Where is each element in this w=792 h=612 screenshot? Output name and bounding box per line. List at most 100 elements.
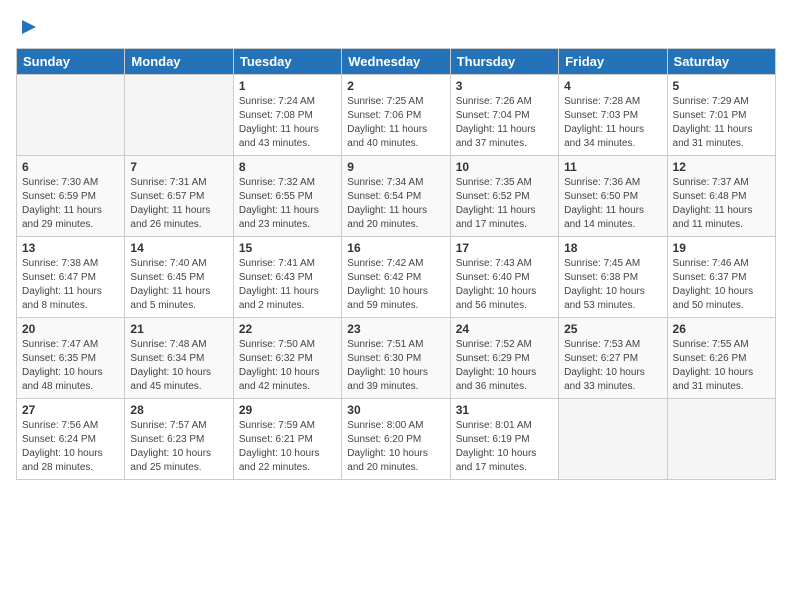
calendar-table: SundayMondayTuesdayWednesdayThursdayFrid… bbox=[16, 48, 776, 480]
day-info: Sunrise: 7:41 AMSunset: 6:43 PMDaylight:… bbox=[239, 257, 336, 313]
day-header-saturday: Saturday bbox=[667, 49, 775, 75]
day-header-sunday: Sunday bbox=[17, 49, 125, 75]
day-info: Sunrise: 7:34 AMSunset: 6:54 PMDaylight:… bbox=[347, 176, 444, 232]
day-number: 29 bbox=[239, 403, 336, 417]
calendar-cell: 18Sunrise: 7:45 AMSunset: 6:38 PMDayligh… bbox=[559, 237, 667, 318]
day-info: Sunrise: 7:43 AMSunset: 6:40 PMDaylight:… bbox=[456, 257, 553, 313]
day-header-thursday: Thursday bbox=[450, 49, 558, 75]
day-header-wednesday: Wednesday bbox=[342, 49, 450, 75]
day-number: 13 bbox=[22, 241, 119, 255]
calendar-cell: 8 Sunrise: 7:32 AMSunset: 6:55 PMDaylight… bbox=[233, 156, 341, 237]
calendar-week-row: 20 Sunrise: 7:47 AMSunset: 6:35 PMDayligh… bbox=[17, 318, 776, 399]
day-header-monday: Monday bbox=[125, 49, 233, 75]
day-info: Sunrise: 8:01 AMSunset: 6:19 PMDaylight:… bbox=[456, 419, 553, 475]
day-info: Sunrise: 7:59 AMSunset: 6:21 PMDaylight:… bbox=[239, 419, 336, 475]
calendar-week-row: 1 Sunrise: 7:24 AMSunset: 7:08 PMDaylight… bbox=[17, 75, 776, 156]
day-header-friday: Friday bbox=[559, 49, 667, 75]
calendar-cell: 16 Sunrise: 7:42 AMSunset: 6:42 PMDayligh… bbox=[342, 237, 450, 318]
day-info: Sunrise: 7:46 AMSunset: 6:37 PMDaylight:… bbox=[673, 257, 770, 313]
day-number: 7 bbox=[130, 160, 227, 174]
calendar-cell: 11Sunrise: 7:36 AMSunset: 6:50 PMDayligh… bbox=[559, 156, 667, 237]
calendar-cell: 30Sunrise: 8:00 AMSunset: 6:20 PMDayligh… bbox=[342, 399, 450, 480]
day-info: Sunrise: 7:55 AMSunset: 6:26 PMDaylight:… bbox=[673, 338, 770, 394]
calendar-header-row: SundayMondayTuesdayWednesdayThursdayFrid… bbox=[17, 49, 776, 75]
day-info: Sunrise: 7:38 AMSunset: 6:47 PMDaylight:… bbox=[22, 257, 119, 313]
day-number: 2 bbox=[347, 79, 444, 93]
day-info: Sunrise: 7:53 AMSunset: 6:27 PMDaylight:… bbox=[564, 338, 661, 394]
day-number: 14 bbox=[130, 241, 227, 255]
day-info: Sunrise: 7:48 AMSunset: 6:34 PMDaylight:… bbox=[130, 338, 227, 394]
calendar-cell: 26 Sunrise: 7:55 AMSunset: 6:26 PMDayligh… bbox=[667, 318, 775, 399]
day-number: 31 bbox=[456, 403, 553, 417]
day-number: 10 bbox=[456, 160, 553, 174]
day-info: Sunrise: 7:47 AMSunset: 6:35 PMDaylight:… bbox=[22, 338, 119, 394]
logo bbox=[16, 16, 40, 38]
calendar-cell: 20 Sunrise: 7:47 AMSunset: 6:35 PMDayligh… bbox=[17, 318, 125, 399]
day-number: 24 bbox=[456, 322, 553, 336]
day-number: 26 bbox=[673, 322, 770, 336]
day-info: Sunrise: 7:45 AMSunset: 6:38 PMDaylight:… bbox=[564, 257, 661, 313]
calendar-cell: 28 Sunrise: 7:57 AMSunset: 6:23 PMDayligh… bbox=[125, 399, 233, 480]
day-info: Sunrise: 7:25 AMSunset: 7:06 PMDaylight:… bbox=[347, 95, 444, 151]
calendar-cell: 21Sunrise: 7:48 AMSunset: 6:34 PMDayligh… bbox=[125, 318, 233, 399]
calendar-cell: 3Sunrise: 7:26 AMSunset: 7:04 PMDaylight… bbox=[450, 75, 558, 156]
day-info: Sunrise: 7:32 AMSunset: 6:55 PMDaylight:… bbox=[239, 176, 336, 232]
calendar-cell: 1 Sunrise: 7:24 AMSunset: 7:08 PMDaylight… bbox=[233, 75, 341, 156]
day-number: 28 bbox=[130, 403, 227, 417]
calendar-cell: 6 Sunrise: 7:30 AMSunset: 6:59 PMDaylight… bbox=[17, 156, 125, 237]
day-info: Sunrise: 7:56 AMSunset: 6:24 PMDaylight:… bbox=[22, 419, 119, 475]
day-number: 3 bbox=[456, 79, 553, 93]
calendar-cell: 29 Sunrise: 7:59 AMSunset: 6:21 PMDayligh… bbox=[233, 399, 341, 480]
calendar-cell bbox=[667, 399, 775, 480]
day-number: 17 bbox=[456, 241, 553, 255]
calendar-cell: 7 Sunrise: 7:31 AMSunset: 6:57 PMDaylight… bbox=[125, 156, 233, 237]
calendar-cell bbox=[125, 75, 233, 156]
calendar-cell bbox=[559, 399, 667, 480]
day-number: 15 bbox=[239, 241, 336, 255]
calendar-cell: 10 Sunrise: 7:35 AMSunset: 6:52 PMDayligh… bbox=[450, 156, 558, 237]
calendar-cell: 23 Sunrise: 7:51 AMSunset: 6:30 PMDayligh… bbox=[342, 318, 450, 399]
day-number: 16 bbox=[347, 241, 444, 255]
calendar-cell: 2 Sunrise: 7:25 AMSunset: 7:06 PMDaylight… bbox=[342, 75, 450, 156]
day-number: 22 bbox=[239, 322, 336, 336]
day-info: Sunrise: 7:29 AMSunset: 7:01 PMDaylight:… bbox=[673, 95, 770, 151]
calendar-cell: 27 Sunrise: 7:56 AMSunset: 6:24 PMDayligh… bbox=[17, 399, 125, 480]
calendar-cell: 22 Sunrise: 7:50 AMSunset: 6:32 PMDayligh… bbox=[233, 318, 341, 399]
day-info: Sunrise: 7:42 AMSunset: 6:42 PMDaylight:… bbox=[347, 257, 444, 313]
calendar-cell: 19 Sunrise: 7:46 AMSunset: 6:37 PMDayligh… bbox=[667, 237, 775, 318]
day-number: 23 bbox=[347, 322, 444, 336]
day-info: Sunrise: 7:52 AMSunset: 6:29 PMDaylight:… bbox=[456, 338, 553, 394]
day-number: 20 bbox=[22, 322, 119, 336]
calendar-cell: 5 Sunrise: 7:29 AMSunset: 7:01 PMDaylight… bbox=[667, 75, 775, 156]
calendar-cell: 25Sunrise: 7:53 AMSunset: 6:27 PMDayligh… bbox=[559, 318, 667, 399]
day-info: Sunrise: 7:50 AMSunset: 6:32 PMDaylight:… bbox=[239, 338, 336, 394]
day-number: 8 bbox=[239, 160, 336, 174]
day-info: Sunrise: 7:30 AMSunset: 6:59 PMDaylight:… bbox=[22, 176, 119, 232]
calendar-cell: 12Sunrise: 7:37 AMSunset: 6:48 PMDayligh… bbox=[667, 156, 775, 237]
day-info: Sunrise: 7:51 AMSunset: 6:30 PMDaylight:… bbox=[347, 338, 444, 394]
day-number: 6 bbox=[22, 160, 119, 174]
day-info: Sunrise: 7:35 AMSunset: 6:52 PMDaylight:… bbox=[456, 176, 553, 232]
calendar-cell: 24 Sunrise: 7:52 AMSunset: 6:29 PMDayligh… bbox=[450, 318, 558, 399]
calendar-cell: 14 Sunrise: 7:40 AMSunset: 6:45 PMDayligh… bbox=[125, 237, 233, 318]
day-number: 19 bbox=[673, 241, 770, 255]
day-info: Sunrise: 7:40 AMSunset: 6:45 PMDaylight:… bbox=[130, 257, 227, 313]
day-info: Sunrise: 7:31 AMSunset: 6:57 PMDaylight:… bbox=[130, 176, 227, 232]
page-header bbox=[16, 16, 776, 38]
day-info: Sunrise: 7:24 AMSunset: 7:08 PMDaylight:… bbox=[239, 95, 336, 151]
day-number: 5 bbox=[673, 79, 770, 93]
logo-icon bbox=[18, 16, 40, 38]
day-info: Sunrise: 7:57 AMSunset: 6:23 PMDaylight:… bbox=[130, 419, 227, 475]
calendar-week-row: 6 Sunrise: 7:30 AMSunset: 6:59 PMDaylight… bbox=[17, 156, 776, 237]
calendar-cell: 17 Sunrise: 7:43 AMSunset: 6:40 PMDayligh… bbox=[450, 237, 558, 318]
day-number: 27 bbox=[22, 403, 119, 417]
calendar-cell: 15 Sunrise: 7:41 AMSunset: 6:43 PMDayligh… bbox=[233, 237, 341, 318]
calendar-cell bbox=[17, 75, 125, 156]
day-number: 30 bbox=[347, 403, 444, 417]
day-header-tuesday: Tuesday bbox=[233, 49, 341, 75]
calendar-cell: 13 Sunrise: 7:38 AMSunset: 6:47 PMDayligh… bbox=[17, 237, 125, 318]
day-number: 12 bbox=[673, 160, 770, 174]
day-number: 4 bbox=[564, 79, 661, 93]
day-number: 1 bbox=[239, 79, 336, 93]
day-info: Sunrise: 7:28 AMSunset: 7:03 PMDaylight:… bbox=[564, 95, 661, 151]
